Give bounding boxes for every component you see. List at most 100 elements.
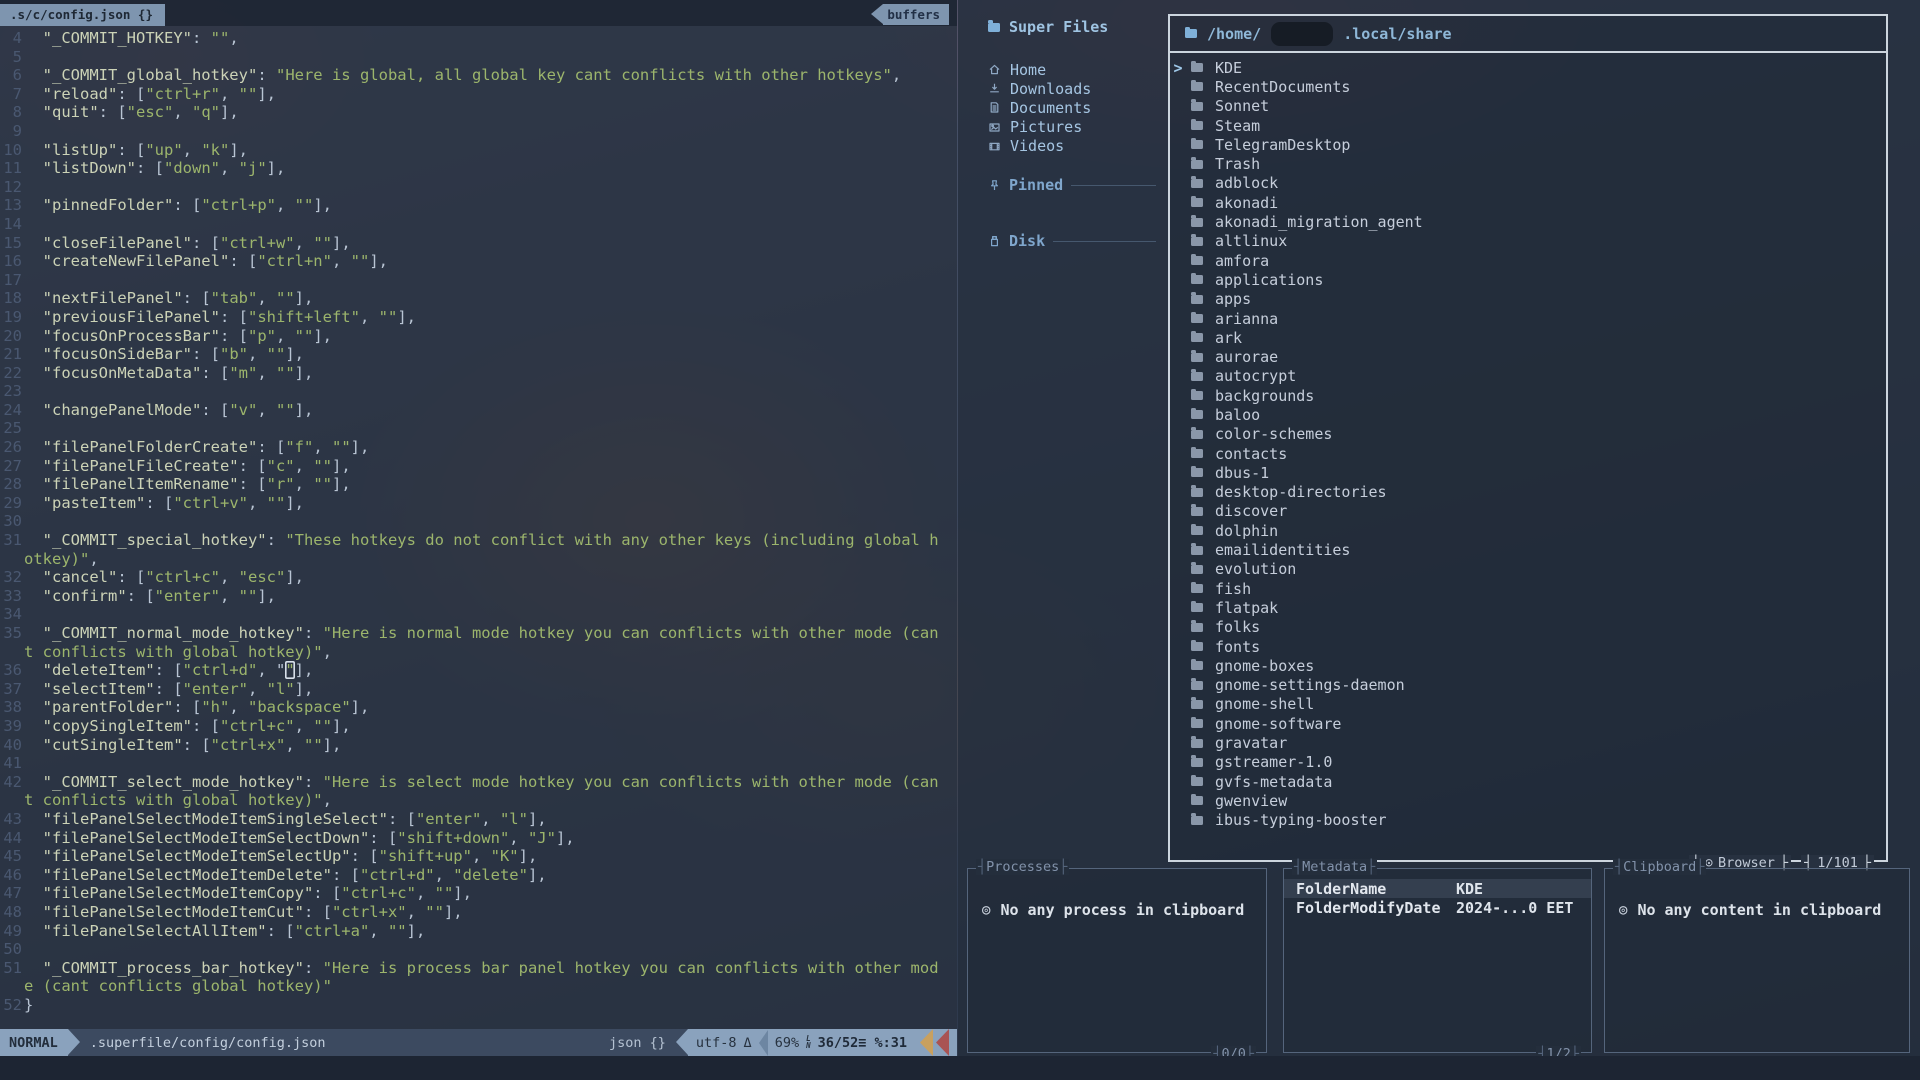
code-line[interactable]: 37 "selectItem": ["enter", "l"],	[0, 680, 957, 699]
code-line[interactable]: 31 "_COMMIT_special_hotkey": "These hotk…	[0, 531, 957, 568]
code-line[interactable]: 44 "filePanelSelectModeItemSelectDown": …	[0, 829, 957, 848]
code-line[interactable]: 11 "listDown": ["down", "j"],	[0, 159, 957, 178]
code-line[interactable]: 10 "listUp": ["up", "k"],	[0, 141, 957, 160]
file-row[interactable]: evolution	[1170, 560, 1886, 579]
sidebar-item-downloads[interactable]: Downloads	[988, 79, 1156, 98]
code-line[interactable]: 26 "filePanelFolderCreate": ["f", ""],	[0, 438, 957, 457]
code-line[interactable]: 36 "deleteItem": ["ctrl+d", ""],	[0, 661, 957, 680]
file-row[interactable]: RecentDocuments	[1170, 77, 1886, 96]
file-row[interactable]: altlinux	[1170, 232, 1886, 251]
file-row[interactable]: TelegramDesktop	[1170, 135, 1886, 154]
code-line[interactable]: 34	[0, 605, 957, 624]
code-line[interactable]: 16 "createNewFilePanel": ["ctrl+n", ""],	[0, 252, 957, 271]
file-row[interactable]: color-schemes	[1170, 425, 1886, 444]
file-row[interactable]: discover	[1170, 502, 1886, 521]
code-line[interactable]: 25	[0, 419, 957, 438]
code-line[interactable]: 50	[0, 940, 957, 959]
code-line[interactable]: 43 "filePanelSelectModeItemSingleSelect"…	[0, 810, 957, 829]
code-line[interactable]: 46 "filePanelSelectModeItemDelete": ["ct…	[0, 866, 957, 885]
file-row[interactable]: backgrounds	[1170, 386, 1886, 405]
code-line[interactable]: 24 "changePanelMode": ["v", ""],	[0, 401, 957, 420]
file-row[interactable]: flatpak	[1170, 598, 1886, 617]
file-row[interactable]: >KDE	[1170, 58, 1886, 77]
file-row[interactable]: akonadi	[1170, 193, 1886, 212]
code-line[interactable]: 35 "_COMMIT_normal_mode_hotkey": "Here i…	[0, 624, 957, 661]
code-line[interactable]: 27 "filePanelFileCreate": ["c", ""],	[0, 457, 957, 476]
file-row[interactable]: desktop-directories	[1170, 483, 1886, 502]
buffers-badge[interactable]: buffers	[883, 4, 949, 25]
file-row[interactable]: ark	[1170, 328, 1886, 347]
sidebar-item-videos[interactable]: Videos	[988, 137, 1156, 156]
code-line[interactable]: 32 "cancel": ["ctrl+c", "esc"],	[0, 568, 957, 587]
superfile-window: Super Files HomeDownloadsDocumentsPictur…	[958, 0, 1920, 1056]
code-line[interactable]: 12	[0, 178, 957, 197]
code-line[interactable]: 52}	[0, 996, 957, 1015]
code-line[interactable]: 38 "parentFolder": ["h", "backspace"],	[0, 698, 957, 717]
code-line[interactable]: 15 "closeFilePanel": ["ctrl+w", ""],	[0, 234, 957, 253]
file-row[interactable]: aurorae	[1170, 347, 1886, 366]
code-line[interactable]: 29 "pasteItem": ["ctrl+v", ""],	[0, 494, 957, 513]
file-row[interactable]: gvfs-metadata	[1170, 772, 1886, 791]
file-row[interactable]: applications	[1170, 270, 1886, 289]
file-row[interactable]: Trash	[1170, 154, 1886, 173]
file-row[interactable]: autocrypt	[1170, 367, 1886, 386]
file-row[interactable]: gravatar	[1170, 733, 1886, 752]
code-line[interactable]: 13 "pinnedFolder": ["ctrl+p", ""],	[0, 196, 957, 215]
code-line[interactable]: 8 "quit": ["esc", "q"],	[0, 103, 957, 122]
code-line[interactable]: 19 "previousFilePanel": ["shift+left", "…	[0, 308, 957, 327]
file-row[interactable]: baloo	[1170, 405, 1886, 424]
file-row[interactable]: arianna	[1170, 309, 1886, 328]
file-row[interactable]: Steam	[1170, 116, 1886, 135]
code-line[interactable]: 30	[0, 512, 957, 531]
code-line[interactable]: 14	[0, 215, 957, 234]
file-row[interactable]: contacts	[1170, 444, 1886, 463]
file-row[interactable]: gstreamer-1.0	[1170, 753, 1886, 772]
file-row[interactable]: adblock	[1170, 174, 1886, 193]
code-line[interactable]: 21 "focusOnSideBar": ["b", ""],	[0, 345, 957, 364]
file-row[interactable]: gnome-software	[1170, 714, 1886, 733]
file-row[interactable]: dolphin	[1170, 521, 1886, 540]
file-row[interactable]: amfora	[1170, 251, 1886, 270]
tab-config-json[interactable]: .s/c/config.json {}	[0, 4, 165, 26]
code-line[interactable]: 48 "filePanelSelectModeItemCut": ["ctrl+…	[0, 903, 957, 922]
code-line[interactable]: 40 "cutSingleItem": ["ctrl+x", ""],	[0, 736, 957, 755]
code-line[interactable]: 33 "confirm": ["enter", ""],	[0, 587, 957, 606]
code-line[interactable]: 6 "_COMMIT_global_hotkey": "Here is glob…	[0, 66, 957, 85]
code-line[interactable]: 51 "_COMMIT_process_bar_hotkey": "Here i…	[0, 959, 957, 996]
file-row[interactable]: gnome-shell	[1170, 695, 1886, 714]
sidebar-item-documents[interactable]: Documents	[988, 98, 1156, 117]
code-line[interactable]: 45 "filePanelSelectModeItemSelectUp": ["…	[0, 847, 957, 866]
file-row[interactable]: folks	[1170, 618, 1886, 637]
file-row[interactable]: dbus-1	[1170, 463, 1886, 482]
file-row[interactable]: ibus-typing-booster	[1170, 811, 1886, 830]
file-row[interactable]: fish	[1170, 579, 1886, 598]
code-line[interactable]: 17	[0, 271, 957, 290]
code-line[interactable]: 5	[0, 48, 957, 67]
code-line[interactable]: 22 "focusOnMetaData": ["m", ""],	[0, 364, 957, 383]
code-line[interactable]: 4 "_COMMIT_HOTKEY": "",	[0, 29, 957, 48]
file-row[interactable]: emailidentities	[1170, 540, 1886, 559]
code-line[interactable]: 28 "filePanelItemRename": ["r", ""],	[0, 475, 957, 494]
text-cursor: "	[285, 661, 294, 679]
code-line[interactable]: 23	[0, 382, 957, 401]
file-row[interactable]: fonts	[1170, 637, 1886, 656]
file-row[interactable]: akonadi_migration_agent	[1170, 212, 1886, 231]
file-row[interactable]: apps	[1170, 290, 1886, 309]
code-line[interactable]: 49 "filePanelSelectAllItem": ["ctrl+a", …	[0, 922, 957, 941]
file-row[interactable]: gwenview	[1170, 791, 1886, 810]
sidebar-item-home[interactable]: Home	[988, 60, 1156, 79]
code-line[interactable]: 9	[0, 122, 957, 141]
code-line[interactable]: 42 "_COMMIT_select_mode_hotkey": "Here i…	[0, 773, 957, 810]
code-line[interactable]: 20 "focusOnProcessBar": ["p", ""],	[0, 327, 957, 346]
code-line[interactable]: 39 "copySingleItem": ["ctrl+c", ""],	[0, 717, 957, 736]
file-row[interactable]: Sonnet	[1170, 97, 1886, 116]
file-row[interactable]: gnome-boxes	[1170, 656, 1886, 675]
code-area[interactable]: 4 "_COMMIT_HOTKEY": "",56 "_COMMIT_globa…	[0, 26, 957, 1014]
file-row[interactable]: gnome-settings-daemon	[1170, 676, 1886, 695]
sidebar-item-pictures[interactable]: Pictures	[988, 118, 1156, 137]
path-bar[interactable]: /home/ .local/share	[1170, 16, 1886, 53]
code-line[interactable]: 7 "reload": ["ctrl+r", ""],	[0, 85, 957, 104]
code-line[interactable]: 47 "filePanelSelectModeItemCopy": ["ctrl…	[0, 884, 957, 903]
code-line[interactable]: 41	[0, 754, 957, 773]
code-line[interactable]: 18 "nextFilePanel": ["tab", ""],	[0, 289, 957, 308]
